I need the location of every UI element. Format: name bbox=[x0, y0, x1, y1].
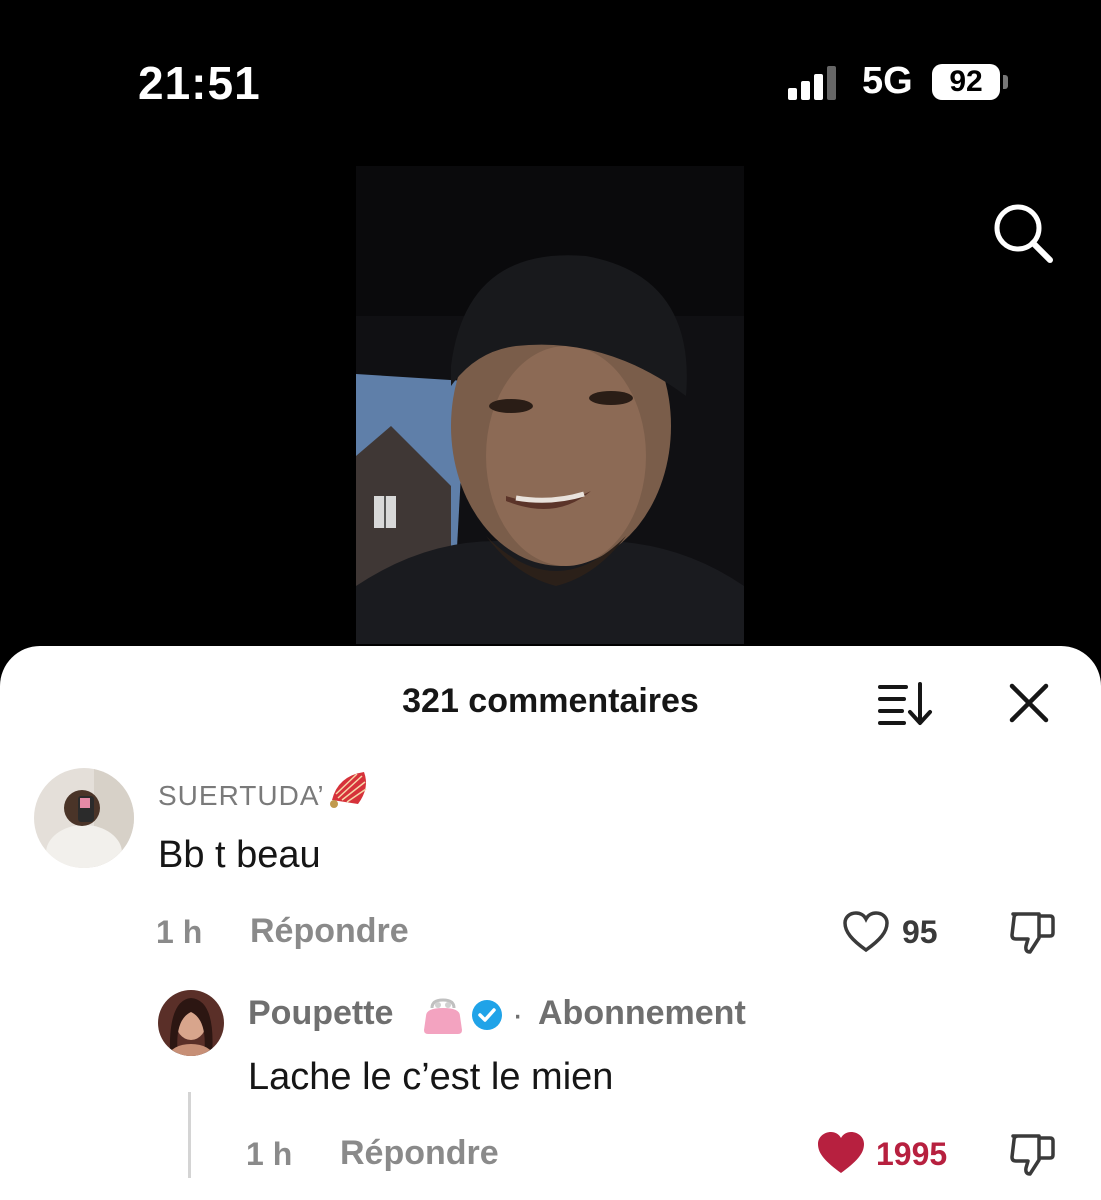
search-button[interactable] bbox=[990, 200, 1056, 266]
reply-text: Lache le c’est le mien bbox=[248, 1056, 614, 1098]
video-frame bbox=[356, 166, 744, 644]
battery-cap-icon bbox=[1003, 75, 1008, 89]
like-button[interactable] bbox=[816, 1130, 866, 1176]
verified-badge-icon bbox=[472, 1000, 502, 1030]
signal-strength-icon bbox=[788, 66, 840, 100]
status-time: 21:51 bbox=[138, 57, 261, 109]
avatar-image bbox=[34, 768, 134, 868]
network-type: 5G bbox=[862, 60, 913, 102]
like-count: 1995 bbox=[876, 1136, 948, 1172]
comment-text: Bb t beau bbox=[158, 834, 321, 876]
follow-label[interactable]: Abonnement bbox=[538, 994, 746, 1033]
avatar[interactable] bbox=[34, 768, 134, 868]
video-player[interactable] bbox=[356, 166, 744, 644]
avatar-image bbox=[158, 990, 224, 1056]
dislike-button[interactable] bbox=[1008, 1130, 1058, 1180]
separator-dot: · bbox=[512, 996, 525, 1034]
comment-username[interactable]: SUERTUDA’ bbox=[158, 780, 325, 812]
reply-username[interactable]: Poupette bbox=[248, 994, 393, 1033]
like-button[interactable] bbox=[842, 910, 890, 954]
dislike-button[interactable] bbox=[1008, 908, 1058, 958]
close-comments-button[interactable] bbox=[1004, 678, 1054, 728]
heart-filled-icon bbox=[818, 1132, 864, 1173]
avatar[interactable] bbox=[158, 990, 224, 1056]
like-count: 95 bbox=[902, 914, 938, 950]
search-icon bbox=[994, 204, 1053, 263]
thread-line bbox=[188, 1092, 191, 1178]
reply-button[interactable]: Répondre bbox=[250, 912, 409, 951]
purse-emoji-icon bbox=[424, 998, 462, 1034]
heart-outline-icon bbox=[843, 911, 889, 953]
thumbs-down-icon bbox=[1010, 912, 1055, 954]
thumbs-down-icon bbox=[1010, 1134, 1055, 1176]
close-icon bbox=[1009, 683, 1049, 723]
reply-button[interactable]: Répondre bbox=[340, 1134, 499, 1173]
sort-comments-button[interactable] bbox=[876, 678, 936, 728]
comment-time: 1 h bbox=[156, 914, 203, 950]
reply-time: 1 h bbox=[246, 1136, 293, 1172]
fan-emoji-icon bbox=[330, 772, 367, 808]
sort-icon bbox=[878, 682, 932, 725]
battery-indicator: 92 bbox=[932, 64, 1000, 100]
